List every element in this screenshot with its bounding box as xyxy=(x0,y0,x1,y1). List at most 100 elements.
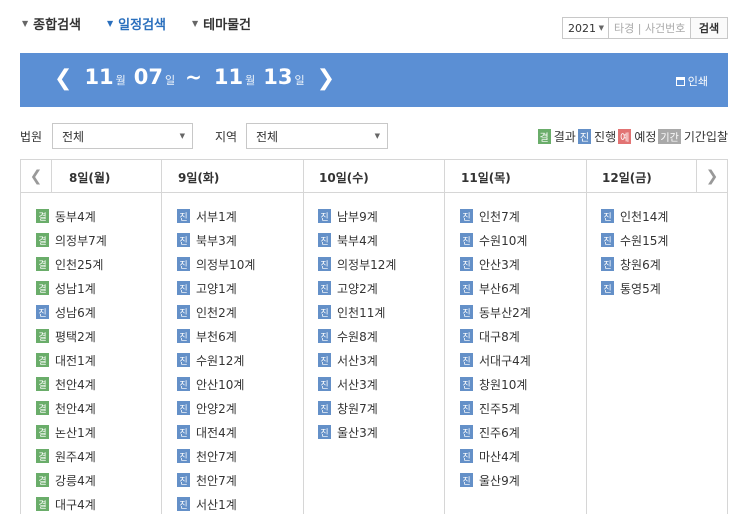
schedule-entry[interactable]: 결 논산1계 xyxy=(36,420,107,444)
month-unit: 월 xyxy=(245,74,256,87)
legend-badge: 진 xyxy=(577,129,592,144)
day-unit: 일 xyxy=(294,74,305,87)
schedule-entry[interactable]: 진 천안7계 xyxy=(177,468,255,492)
schedule-entry[interactable]: 진 서산3계 xyxy=(318,372,396,396)
next-day-button[interactable]: ❯ xyxy=(696,160,727,192)
schedule-entry[interactable]: 진 안산3계 xyxy=(460,252,531,276)
tab-general-search[interactable]: ▼ 종합검색 xyxy=(22,14,81,33)
court-division: 서부1계 xyxy=(196,209,237,224)
status-badge: 진 xyxy=(177,377,190,391)
status-badge: 진 xyxy=(177,209,190,223)
caret-down-icon: ▼ xyxy=(374,132,380,140)
day-header-wed: 10일(수) xyxy=(319,171,369,185)
schedule-entry[interactable]: 진 인천14계 xyxy=(601,204,668,228)
schedule-entry[interactable]: 진 서산3계 xyxy=(318,348,396,372)
schedule-entry[interactable]: 진 고양1계 xyxy=(177,276,255,300)
status-badge: 진 xyxy=(601,257,614,271)
status-badge: 진 xyxy=(460,425,473,439)
case-number-input[interactable] xyxy=(609,18,691,38)
schedule-entry[interactable]: 진 창원7계 xyxy=(318,396,396,420)
prev-day-button[interactable]: ❮ xyxy=(21,160,52,192)
schedule-entry[interactable]: 진 수원8계 xyxy=(318,324,396,348)
status-badge: 진 xyxy=(601,233,614,247)
end-day: 13 xyxy=(263,65,293,89)
schedule-entry[interactable]: 진 진주5계 xyxy=(460,396,531,420)
schedule-entry[interactable]: 진 울산3계 xyxy=(318,420,396,444)
schedule-entry[interactable]: 진 안양2계 xyxy=(177,396,255,420)
schedule-entry[interactable]: 진 수원12계 xyxy=(177,348,255,372)
schedule-entry[interactable]: 진 대전4계 xyxy=(177,420,255,444)
caret-down-icon: ▼ xyxy=(598,24,604,32)
schedule-entry[interactable]: 진 인천2계 xyxy=(177,300,255,324)
status-badge: 진 xyxy=(177,401,190,415)
region-select[interactable]: 전체 ▼ xyxy=(246,123,388,149)
schedule-entry[interactable]: 진 창원6계 xyxy=(601,252,668,276)
court-select[interactable]: 전체 ▼ xyxy=(52,123,193,149)
year-select[interactable]: 2021 ▼ xyxy=(563,18,609,38)
schedule-entry[interactable]: 진 인천7계 xyxy=(460,204,531,228)
schedule-entry[interactable]: 진 성남6계 xyxy=(36,300,107,324)
tab-theme-items[interactable]: ▼ 테마물건 xyxy=(192,14,251,33)
status-badge: 진 xyxy=(318,377,331,391)
schedule-entry[interactable]: 진 수원10계 xyxy=(460,228,531,252)
schedule-entry[interactable]: 진 안산10계 xyxy=(177,372,255,396)
schedule-entry[interactable]: 진 서대구4계 xyxy=(460,348,531,372)
top-tabs: ▼ 종합검색 ▼ 일정검색 ▼ 테마물건 xyxy=(22,14,277,33)
schedule-entry[interactable]: 결 천안4계 xyxy=(36,396,107,420)
search-button[interactable]: 검색 xyxy=(691,18,727,38)
court-division: 동부산2계 xyxy=(479,305,531,320)
schedule-entry[interactable]: 진 인천11계 xyxy=(318,300,396,324)
day-column-mon: 결 동부4계 결 의정부7계 결 인천25계 결 성남1계 진 성남6계 결 평택2계 결 대전1계 결 천안… xyxy=(36,204,107,514)
schedule-entry[interactable]: 진 북부3계 xyxy=(177,228,255,252)
schedule-entry[interactable]: 진 대구8계 xyxy=(460,324,531,348)
schedule-entry[interactable]: 결 동부4계 xyxy=(36,204,107,228)
schedule-entry[interactable]: 결 강릉4계 xyxy=(36,468,107,492)
schedule-entry[interactable]: 진 진주6계 xyxy=(460,420,531,444)
schedule-entry[interactable]: 진 동부산2계 xyxy=(460,300,531,324)
schedule-entry[interactable]: 진 서부1계 xyxy=(177,204,255,228)
court-division: 의정부7계 xyxy=(55,233,107,248)
schedule-entry[interactable]: 진 마산4계 xyxy=(460,444,531,468)
next-week-icon[interactable]: ❯ xyxy=(317,68,335,90)
schedule-entry[interactable]: 진 서산1계 xyxy=(177,492,255,514)
court-division: 고양2계 xyxy=(337,281,378,296)
schedule-entry[interactable]: 진 통영5계 xyxy=(601,276,668,300)
court-division: 천안4계 xyxy=(55,401,96,416)
schedule-entry[interactable]: 결 인천25계 xyxy=(36,252,107,276)
legend-label: 진행 xyxy=(594,130,617,144)
tab-schedule-search[interactable]: ▼ 일정검색 xyxy=(107,14,166,33)
schedule-entry[interactable]: 결 천안4계 xyxy=(36,372,107,396)
schedule-entry[interactable]: 진 수원15계 xyxy=(601,228,668,252)
status-badge: 진 xyxy=(601,281,614,295)
status-badge: 진 xyxy=(460,401,473,415)
schedule-entry[interactable]: 진 의정부10계 xyxy=(177,252,255,276)
schedule-entry[interactable]: 진 고양2계 xyxy=(318,276,396,300)
legend-badge: 예 xyxy=(618,129,632,144)
court-division: 동부4계 xyxy=(55,209,96,224)
court-division: 울산9계 xyxy=(479,473,520,488)
prev-week-icon[interactable]: ❮ xyxy=(54,68,72,90)
schedule-entry[interactable]: 진 울산9계 xyxy=(460,468,531,492)
schedule-entry[interactable]: 진 부산6계 xyxy=(460,276,531,300)
schedule-entry[interactable]: 진 부천6계 xyxy=(177,324,255,348)
court-division: 북부4계 xyxy=(337,233,378,248)
day-column-fri: 진 인천14계 진 수원15계 진 창원6계 진 통영5계 xyxy=(601,204,668,300)
schedule-entry[interactable]: 결 의정부7계 xyxy=(36,228,107,252)
schedule-entry[interactable]: 진 남부9계 xyxy=(318,204,396,228)
print-button[interactable]: 인쇄 xyxy=(675,73,708,89)
status-badge: 진 xyxy=(318,257,331,271)
schedule-entry[interactable]: 결 원주4계 xyxy=(36,444,107,468)
schedule-entry[interactable]: 결 대구4계 xyxy=(36,492,107,514)
schedule-entry[interactable]: 진 의정부12계 xyxy=(318,252,396,276)
schedule-entry[interactable]: 결 대전1계 xyxy=(36,348,107,372)
status-badge: 진 xyxy=(460,305,473,319)
schedule-entry[interactable]: 결 성남1계 xyxy=(36,276,107,300)
tab-label: 종합검색 xyxy=(33,18,81,33)
schedule-entry[interactable]: 진 북부4계 xyxy=(318,228,396,252)
status-badge: 결 xyxy=(36,473,49,487)
schedule-entry[interactable]: 진 창원10계 xyxy=(460,372,531,396)
legend-period-bid: 기간 기간입찰 xyxy=(658,128,728,145)
schedule-entry[interactable]: 결 평택2계 xyxy=(36,324,107,348)
status-badge: 진 xyxy=(36,305,49,319)
schedule-entry[interactable]: 진 천안7계 xyxy=(177,444,255,468)
